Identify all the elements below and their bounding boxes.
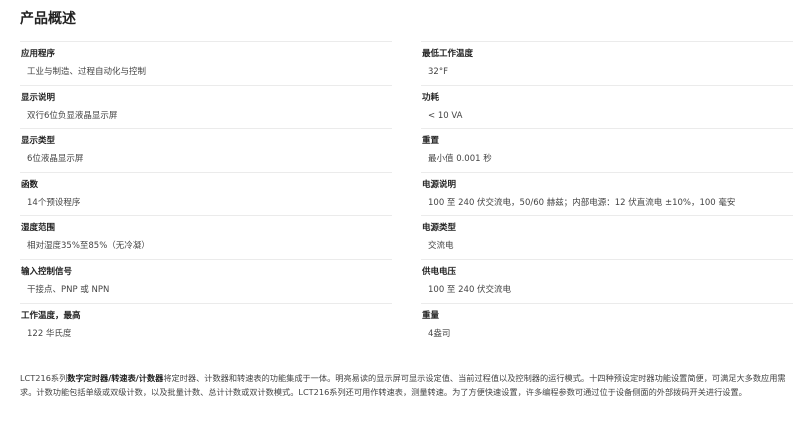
spec-label: 显示类型 [21, 136, 56, 147]
spec-row: 显示说明 双行6位负显液晶显示屏 [20, 84, 392, 129]
spec-value: < 10 VA [428, 110, 463, 121]
spec-value: 最小值 0.001 秒 [428, 154, 492, 165]
spec-row: 重量 4盎司 [421, 302, 793, 347]
spec-value: 工业与制造、过程自动化与控制 [27, 67, 147, 77]
spec-value: 100 至 240 伏交流电 [428, 284, 512, 295]
spec-value: 100 至 240 伏交流电，50/60 赫兹；内部电源：12 伏直流电 ±10… [428, 197, 736, 208]
spec-column-left: 应用程序 工业与制造、过程自动化与控制 显示说明 双行6位负显液晶显示屏 显示类… [20, 41, 392, 346]
spec-label: 工作温度，最高 [21, 310, 81, 321]
spec-row: 应用程序 工业与制造、过程自动化与控制 [20, 41, 392, 85]
product-description: LCT216系列数字定时器/转速表/计数器将定时器、计数器和转速表的功能集成于一… [20, 371, 790, 399]
spec-value: 14个预设程序 [27, 197, 81, 208]
spec-row: 重置 最小值 0.001 秒 [421, 128, 793, 172]
spec-row: 显示类型 6位液晶显示屏 [20, 128, 392, 172]
spec-row: 函数 14个预设程序 [20, 171, 392, 216]
spec-row: 湿度范围 相对湿度35%至85%（无冷凝） [20, 215, 392, 259]
spec-row: 输入控制信号 干接点、PNP 或 NPN [20, 258, 392, 303]
description-text-start: LCT216系列 [20, 373, 68, 383]
spec-label: 电源类型 [422, 223, 457, 234]
spec-label: 湿度范围 [21, 223, 56, 234]
spec-label: 供电电压 [422, 266, 457, 277]
spec-row: 功耗 < 10 VA [421, 84, 793, 129]
spec-label: 电源说明 [422, 179, 457, 190]
spec-label: 重量 [422, 310, 440, 321]
spec-row: 电源类型 交流电 [421, 215, 793, 259]
spec-row: 供电电压 100 至 240 伏交流电 [421, 258, 793, 303]
product-overview-page: 产品概述 应用程序 工业与制造、过程自动化与控制 显示说明 双行6位负显液晶显示… [0, 0, 800, 422]
spec-label: 应用程序 [21, 49, 56, 59]
spec-value: 32°F [428, 67, 448, 77]
spec-value: 4盎司 [428, 328, 451, 339]
spec-label: 最低工作温度 [422, 49, 474, 59]
spec-label: 功耗 [422, 92, 440, 103]
spec-value: 相对湿度35%至85%（无冷凝） [27, 241, 150, 252]
spec-label: 显示说明 [21, 92, 56, 103]
spec-row: 电源说明 100 至 240 伏交流电，50/60 赫兹；内部电源：12 伏直流… [421, 171, 793, 216]
description-product-name: 数字定时器/转速表/计数器 [67, 373, 164, 383]
spec-value: 干接点、PNP 或 NPN [27, 284, 110, 295]
spec-value: 6位液晶显示屏 [27, 154, 84, 165]
spec-label: 输入控制信号 [21, 266, 73, 277]
spec-row: 最低工作温度 32°F [421, 41, 793, 85]
spec-label: 重置 [422, 136, 440, 147]
spec-row: 工作温度，最高 122 华氏度 [20, 302, 392, 347]
spec-value: 交流电 [428, 241, 454, 252]
spec-column-right: 最低工作温度 32°F 功耗 < 10 VA 重置 最小值 0.001 秒 电源… [421, 41, 793, 346]
spec-label: 函数 [21, 179, 39, 190]
spec-value: 122 华氏度 [27, 328, 72, 339]
section-title: 产品概述 [20, 11, 76, 27]
spec-value: 双行6位负显液晶显示屏 [27, 110, 118, 121]
